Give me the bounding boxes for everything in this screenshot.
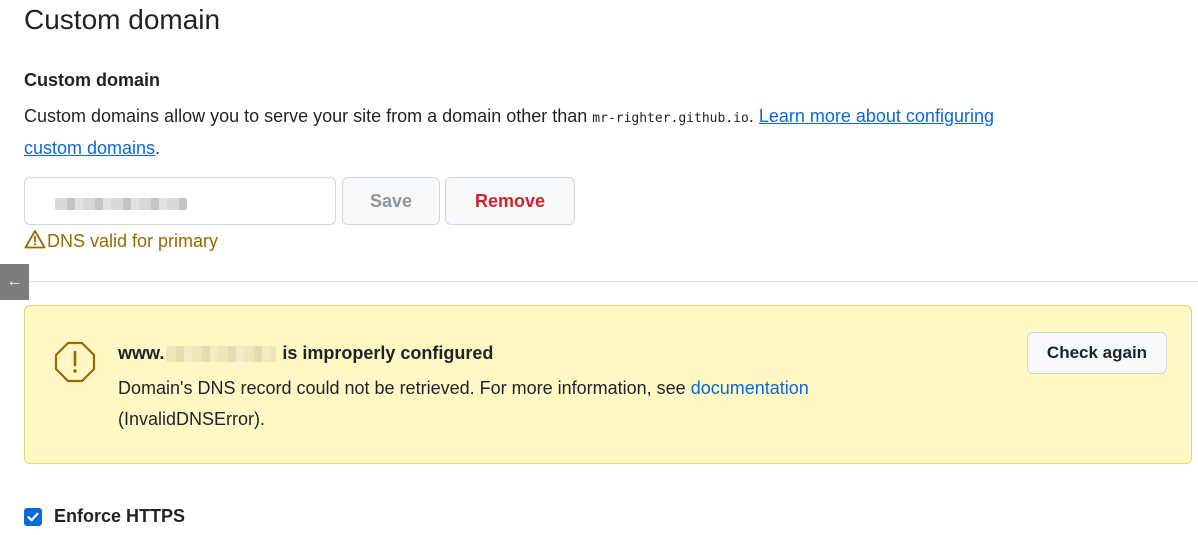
redacted-domain-value xyxy=(55,198,187,210)
checkmark-icon xyxy=(27,512,39,521)
collapse-tab[interactable]: ← xyxy=(0,264,29,300)
custom-domain-description: Custom domains allow you to serve your s… xyxy=(24,100,1196,135)
warning-title-prefix: www. xyxy=(118,343,165,363)
warning-body: Domain's DNS record could not be retriev… xyxy=(118,373,998,435)
documentation-link[interactable]: documentation xyxy=(691,378,809,398)
description-suffix: . xyxy=(748,106,759,126)
custom-domain-heading: Custom domain xyxy=(24,70,161,90)
enforce-https-label: Enforce HTTPS xyxy=(54,506,186,526)
learn-more-link[interactable]: Learn more about configuring xyxy=(759,106,994,126)
warning-body-text: Domain's DNS record could not be retriev… xyxy=(118,378,691,398)
warning-title-suffix: is improperly configured xyxy=(282,343,494,363)
custom-domain-description-line2: custom domains. xyxy=(24,132,160,164)
remove-button[interactable]: Remove xyxy=(445,177,575,225)
custom-domain-input[interactable] xyxy=(24,177,336,225)
description-text: Custom domains allow you to serve your s… xyxy=(24,106,593,126)
save-button[interactable]: Save xyxy=(342,177,440,225)
default-domain: mr-righter.github.io xyxy=(592,111,749,126)
learn-more-link-continued[interactable]: custom domains xyxy=(24,138,155,158)
warning-octagon-icon xyxy=(53,340,97,389)
page-title: Custom domain xyxy=(24,4,221,35)
warning-title: www. is improperly configured xyxy=(118,343,493,364)
enforce-https-checkbox[interactable] xyxy=(24,507,42,526)
divider xyxy=(29,281,1198,282)
redacted-domain xyxy=(166,345,277,362)
check-again-button[interactable]: Check again xyxy=(1027,332,1167,374)
dns-warning-banner: www. is improperly configured Domain's D… xyxy=(24,305,1192,464)
dns-status-text: DNS valid for primary xyxy=(47,231,219,251)
enforce-https-row[interactable]: Enforce HTTPS xyxy=(24,506,185,527)
arrow-left-icon: ← xyxy=(6,273,23,290)
dns-status: DNS valid for primary xyxy=(24,229,218,254)
error-code: (InvalidDNSError). xyxy=(118,409,266,429)
alert-triangle-icon xyxy=(24,229,47,254)
trailing-period: . xyxy=(155,138,161,158)
